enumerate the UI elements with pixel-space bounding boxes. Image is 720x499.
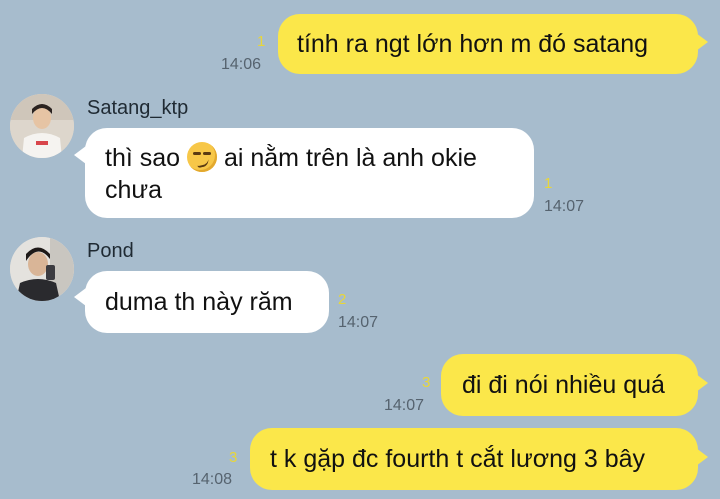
smirking-face-icon — [187, 142, 218, 172]
message-text: tính ra ngt lớn hơn m đó satang — [297, 30, 649, 58]
message-bubble[interactable]: đi đi nói nhiều quá — [441, 354, 698, 416]
unread-count: 3 — [229, 449, 238, 466]
message-text: duma th này răm — [105, 288, 293, 316]
message-time: 14:07 — [384, 397, 425, 414]
message-time: 14:07 — [338, 314, 379, 331]
avatar-satang-icon — [10, 94, 74, 158]
message-bubble[interactable]: duma th này răm — [85, 271, 329, 333]
message-text: thì sao — [105, 144, 181, 172]
message-bubble[interactable]: t k gặp đc fourth t cắt lương 3 bây — [250, 428, 698, 490]
sender-name: Pond — [87, 240, 134, 262]
message-line-1: thì sao ai nằm trên là anh okie — [105, 142, 534, 174]
avatar[interactable] — [10, 237, 74, 301]
avatar-pond-icon — [10, 237, 74, 301]
message-time: 14:06 — [221, 56, 262, 73]
message-text: t k gặp đc fourth t cắt lương 3 bây — [270, 445, 645, 473]
avatar[interactable] — [10, 94, 74, 158]
bubble-tail — [696, 33, 708, 51]
message-bubble[interactable]: thì sao ai nằm trên là anh okie chưa — [85, 128, 534, 218]
message-bubble[interactable]: tính ra ngt lớn hơn m đó satang — [278, 14, 698, 74]
unread-count: 3 — [422, 374, 431, 391]
unread-count: 1 — [544, 175, 553, 192]
message-line-2: chưa — [105, 176, 163, 204]
message-text: đi đi nói nhiều quá — [462, 371, 665, 399]
bubble-tail — [696, 374, 708, 392]
message-text: ai nằm trên là anh okie — [223, 144, 477, 172]
message-time: 14:07 — [544, 198, 585, 215]
bubble-tail — [696, 448, 708, 466]
unread-count: 1 — [257, 33, 266, 50]
sender-name: Satang_ktp — [87, 97, 189, 119]
unread-count: 2 — [338, 291, 347, 308]
message-time: 14:08 — [192, 471, 233, 488]
